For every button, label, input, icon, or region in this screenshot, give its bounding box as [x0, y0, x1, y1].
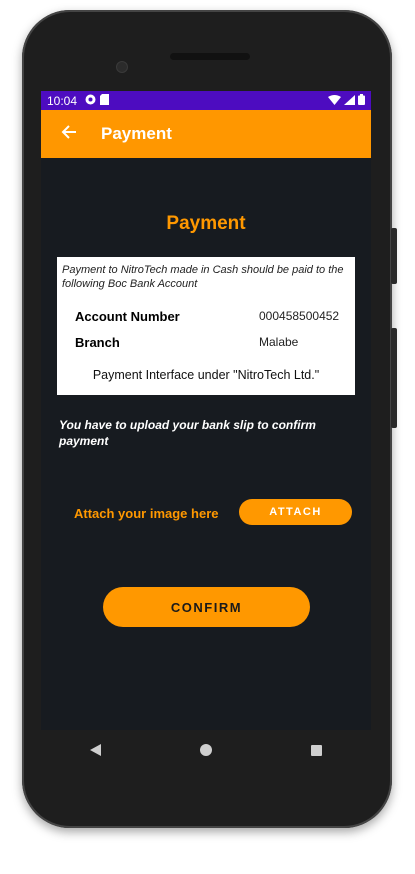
battery-icon — [358, 93, 365, 108]
confirm-button[interactable]: CONFIRM — [103, 587, 310, 627]
nav-home-icon[interactable] — [199, 744, 212, 756]
payment-instructions: Payment to NitroTech made in Cash should… — [62, 264, 344, 290]
upload-instruction: You have to upload your bank slip to con… — [59, 418, 316, 448]
app-screen: 10:04 Payment Payment Payment to NitroTe… — [41, 91, 371, 730]
notification-icon — [85, 94, 96, 108]
app-bar: Payment — [41, 110, 371, 158]
signal-icon — [344, 94, 355, 108]
account-number-label: Account Number — [75, 309, 180, 324]
power-button — [391, 228, 397, 284]
back-arrow-icon[interactable] — [41, 123, 97, 146]
front-camera — [116, 61, 128, 73]
system-navigation-bar — [41, 730, 371, 770]
sim-card-icon — [100, 93, 110, 108]
app-bar-title: Payment — [101, 124, 172, 143]
branch-value: Malabe — [259, 335, 299, 349]
page-title: Payment — [166, 213, 246, 234]
branch-label: Branch — [75, 335, 120, 350]
attach-image-label: Attach your image here — [74, 506, 219, 521]
status-indicators — [328, 93, 365, 108]
nav-recent-apps-icon[interactable] — [310, 744, 322, 756]
volume-button — [391, 328, 397, 428]
bank-details-card: Payment to NitroTech made in Cash should… — [57, 257, 355, 395]
status-time: 10:04 — [47, 93, 78, 108]
payment-interface-note: Payment Interface under "NitroTech Ltd." — [92, 368, 320, 382]
wifi-icon — [328, 94, 341, 108]
status-bar: 10:04 — [41, 91, 371, 110]
nav-back-icon[interactable] — [90, 744, 102, 756]
attach-button[interactable]: ATTACH — [239, 499, 352, 525]
earpiece-speaker — [170, 53, 250, 60]
account-number-value: 000458500452 — [259, 309, 340, 323]
